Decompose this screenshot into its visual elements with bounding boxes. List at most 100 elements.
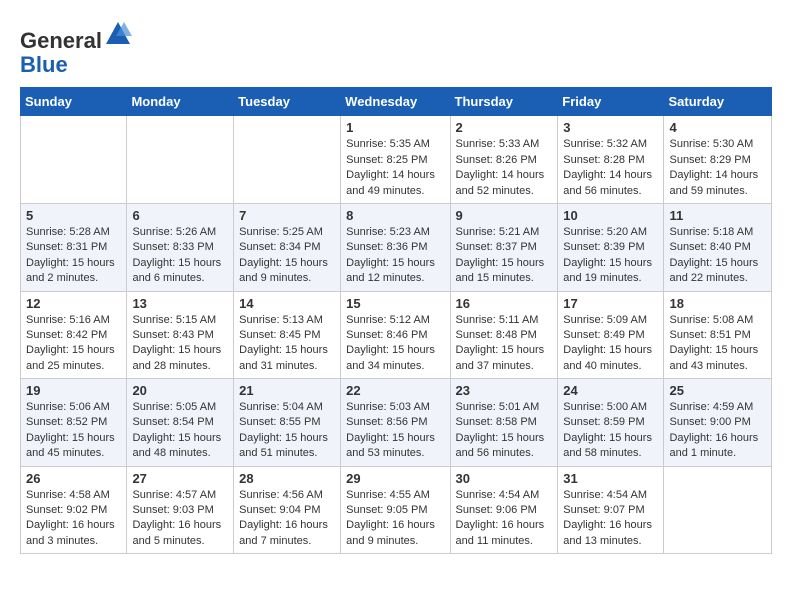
day-number: 8 — [346, 208, 444, 223]
cell-content: Sunrise: 5:04 AM Sunset: 8:55 PM Dayligh… — [239, 400, 335, 462]
day-number: 13 — [132, 296, 228, 311]
day-number: 25 — [669, 383, 766, 398]
calendar-cell: 21 Sunrise: 5:04 AM Sunset: 8:55 PM Dayli… — [234, 379, 341, 467]
cell-content: Sunrise: 5:01 AM Sunset: 8:58 PM Dayligh… — [456, 400, 553, 462]
logo: General Blue — [20, 20, 132, 77]
cell-content: Sunrise: 5:18 AM Sunset: 8:40 PM Dayligh… — [669, 225, 766, 287]
weekday-header: Thursday — [450, 88, 558, 116]
day-number: 20 — [132, 383, 228, 398]
cell-content: Sunrise: 5:28 AM Sunset: 8:31 PM Dayligh… — [26, 225, 121, 287]
calendar-cell: 6 Sunrise: 5:26 AM Sunset: 8:33 PM Daylig… — [127, 203, 234, 291]
day-number: 1 — [346, 120, 444, 135]
calendar-cell — [21, 116, 127, 204]
logo-icon — [104, 20, 132, 48]
day-number: 10 — [563, 208, 658, 223]
day-number: 12 — [26, 296, 121, 311]
calendar-week-row: 19 Sunrise: 5:06 AM Sunset: 8:52 PM Dayli… — [21, 379, 772, 467]
cell-content: Sunrise: 5:00 AM Sunset: 8:59 PM Dayligh… — [563, 400, 658, 462]
calendar-cell: 10 Sunrise: 5:20 AM Sunset: 8:39 PM Dayli… — [558, 203, 664, 291]
cell-content: Sunrise: 4:58 AM Sunset: 9:02 PM Dayligh… — [26, 488, 121, 550]
cell-content: Sunrise: 5:30 AM Sunset: 8:29 PM Dayligh… — [669, 137, 766, 199]
day-number: 22 — [346, 383, 444, 398]
day-number: 23 — [456, 383, 553, 398]
weekday-header: Tuesday — [234, 88, 341, 116]
calendar-cell — [127, 116, 234, 204]
cell-content: Sunrise: 5:03 AM Sunset: 8:56 PM Dayligh… — [346, 400, 444, 462]
calendar-cell: 27Sunrise: 4:57 AM Sunset: 9:03 PM Dayli… — [127, 466, 234, 554]
cell-content: Sunrise: 5:06 AM Sunset: 8:52 PM Dayligh… — [26, 400, 121, 462]
calendar-cell: 16 Sunrise: 5:11 AM Sunset: 8:48 PM Dayli… — [450, 291, 558, 379]
calendar-cell: 7Sunrise: 5:25 AM Sunset: 8:34 PM Daylig… — [234, 203, 341, 291]
cell-content: Sunrise: 4:59 AM Sunset: 9:00 PM Dayligh… — [669, 400, 766, 462]
day-number: 30 — [456, 471, 553, 486]
weekday-header: Monday — [127, 88, 234, 116]
logo-general: General — [20, 28, 102, 53]
calendar-cell — [664, 466, 772, 554]
day-number: 26 — [26, 471, 121, 486]
calendar-cell: 18 Sunrise: 5:08 AM Sunset: 8:51 PM Dayli… — [664, 291, 772, 379]
day-number: 6 — [132, 208, 228, 223]
cell-content: Sunrise: 5:05 AM Sunset: 8:54 PM Dayligh… — [132, 400, 228, 462]
logo-blue: Blue — [20, 52, 68, 77]
day-number: 4 — [669, 120, 766, 135]
weekday-header-row: SundayMondayTuesdayWednesdayThursdayFrid… — [21, 88, 772, 116]
cell-content: Sunrise: 5:21 AM Sunset: 8:37 PM Dayligh… — [456, 225, 553, 287]
day-number: 14 — [239, 296, 335, 311]
cell-content: Sunrise: 5:26 AM Sunset: 8:33 PM Dayligh… — [132, 225, 228, 287]
cell-content: Sunrise: 5:20 AM Sunset: 8:39 PM Dayligh… — [563, 225, 658, 287]
cell-content: Sunrise: 4:54 AM Sunset: 9:06 PM Dayligh… — [456, 488, 553, 550]
page-header: General Blue — [20, 20, 772, 77]
cell-content: Sunrise: 5:33 AM Sunset: 8:26 PM Dayligh… — [456, 137, 553, 199]
calendar-cell: 19 Sunrise: 5:06 AM Sunset: 8:52 PM Dayli… — [21, 379, 127, 467]
calendar-cell: 28 Sunrise: 4:56 AM Sunset: 9:04 PM Dayli… — [234, 466, 341, 554]
cell-content: Sunrise: 5:23 AM Sunset: 8:36 PM Dayligh… — [346, 225, 444, 287]
calendar-week-row: 1Sunrise: 5:35 AM Sunset: 8:25 PM Daylig… — [21, 116, 772, 204]
calendar-week-row: 5 Sunrise: 5:28 AM Sunset: 8:31 PM Daylig… — [21, 203, 772, 291]
calendar-cell: 8 Sunrise: 5:23 AM Sunset: 8:36 PM Daylig… — [341, 203, 450, 291]
day-number: 5 — [26, 208, 121, 223]
cell-content: Sunrise: 5:08 AM Sunset: 8:51 PM Dayligh… — [669, 313, 766, 375]
day-number: 29 — [346, 471, 444, 486]
day-number: 17 — [563, 296, 658, 311]
calendar-cell: 23 Sunrise: 5:01 AM Sunset: 8:58 PM Dayli… — [450, 379, 558, 467]
calendar-cell: 1Sunrise: 5:35 AM Sunset: 8:25 PM Daylig… — [341, 116, 450, 204]
day-number: 15 — [346, 296, 444, 311]
calendar-cell: 17Sunrise: 5:09 AM Sunset: 8:49 PM Dayli… — [558, 291, 664, 379]
day-number: 27 — [132, 471, 228, 486]
day-number: 28 — [239, 471, 335, 486]
calendar-cell — [234, 116, 341, 204]
cell-content: Sunrise: 4:54 AM Sunset: 9:07 PM Dayligh… — [563, 488, 658, 550]
cell-content: Sunrise: 4:56 AM Sunset: 9:04 PM Dayligh… — [239, 488, 335, 550]
day-number: 11 — [669, 208, 766, 223]
cell-content: Sunrise: 5:15 AM Sunset: 8:43 PM Dayligh… — [132, 313, 228, 375]
day-number: 24 — [563, 383, 658, 398]
weekday-header: Wednesday — [341, 88, 450, 116]
day-number: 7 — [239, 208, 335, 223]
calendar-cell: 24 Sunrise: 5:00 AM Sunset: 8:59 PM Dayli… — [558, 379, 664, 467]
day-number: 18 — [669, 296, 766, 311]
day-number: 3 — [563, 120, 658, 135]
calendar-cell: 12 Sunrise: 5:16 AM Sunset: 8:42 PM Dayli… — [21, 291, 127, 379]
weekday-header: Sunday — [21, 88, 127, 116]
cell-content: Sunrise: 5:13 AM Sunset: 8:45 PM Dayligh… — [239, 313, 335, 375]
calendar-table: SundayMondayTuesdayWednesdayThursdayFrid… — [20, 87, 772, 554]
calendar-cell: 13 Sunrise: 5:15 AM Sunset: 8:43 PM Dayli… — [127, 291, 234, 379]
calendar-cell: 30 Sunrise: 4:54 AM Sunset: 9:06 PM Dayli… — [450, 466, 558, 554]
calendar-cell: 31Sunrise: 4:54 AM Sunset: 9:07 PM Dayli… — [558, 466, 664, 554]
day-number: 21 — [239, 383, 335, 398]
cell-content: Sunrise: 5:12 AM Sunset: 8:46 PM Dayligh… — [346, 313, 444, 375]
calendar-week-row: 12 Sunrise: 5:16 AM Sunset: 8:42 PM Dayli… — [21, 291, 772, 379]
cell-content: Sunrise: 5:11 AM Sunset: 8:48 PM Dayligh… — [456, 313, 553, 375]
cell-content: Sunrise: 4:55 AM Sunset: 9:05 PM Dayligh… — [346, 488, 444, 550]
cell-content: Sunrise: 5:16 AM Sunset: 8:42 PM Dayligh… — [26, 313, 121, 375]
calendar-week-row: 26 Sunrise: 4:58 AM Sunset: 9:02 PM Dayli… — [21, 466, 772, 554]
day-number: 9 — [456, 208, 553, 223]
day-number: 19 — [26, 383, 121, 398]
calendar-cell: 14 Sunrise: 5:13 AM Sunset: 8:45 PM Dayli… — [234, 291, 341, 379]
calendar-cell: 9 Sunrise: 5:21 AM Sunset: 8:37 PM Daylig… — [450, 203, 558, 291]
calendar-cell: 2Sunrise: 5:33 AM Sunset: 8:26 PM Daylig… — [450, 116, 558, 204]
cell-content: Sunrise: 5:32 AM Sunset: 8:28 PM Dayligh… — [563, 137, 658, 199]
calendar-cell: 25 Sunrise: 4:59 AM Sunset: 9:00 PM Dayli… — [664, 379, 772, 467]
calendar-cell: 29 Sunrise: 4:55 AM Sunset: 9:05 PM Dayli… — [341, 466, 450, 554]
day-number: 16 — [456, 296, 553, 311]
